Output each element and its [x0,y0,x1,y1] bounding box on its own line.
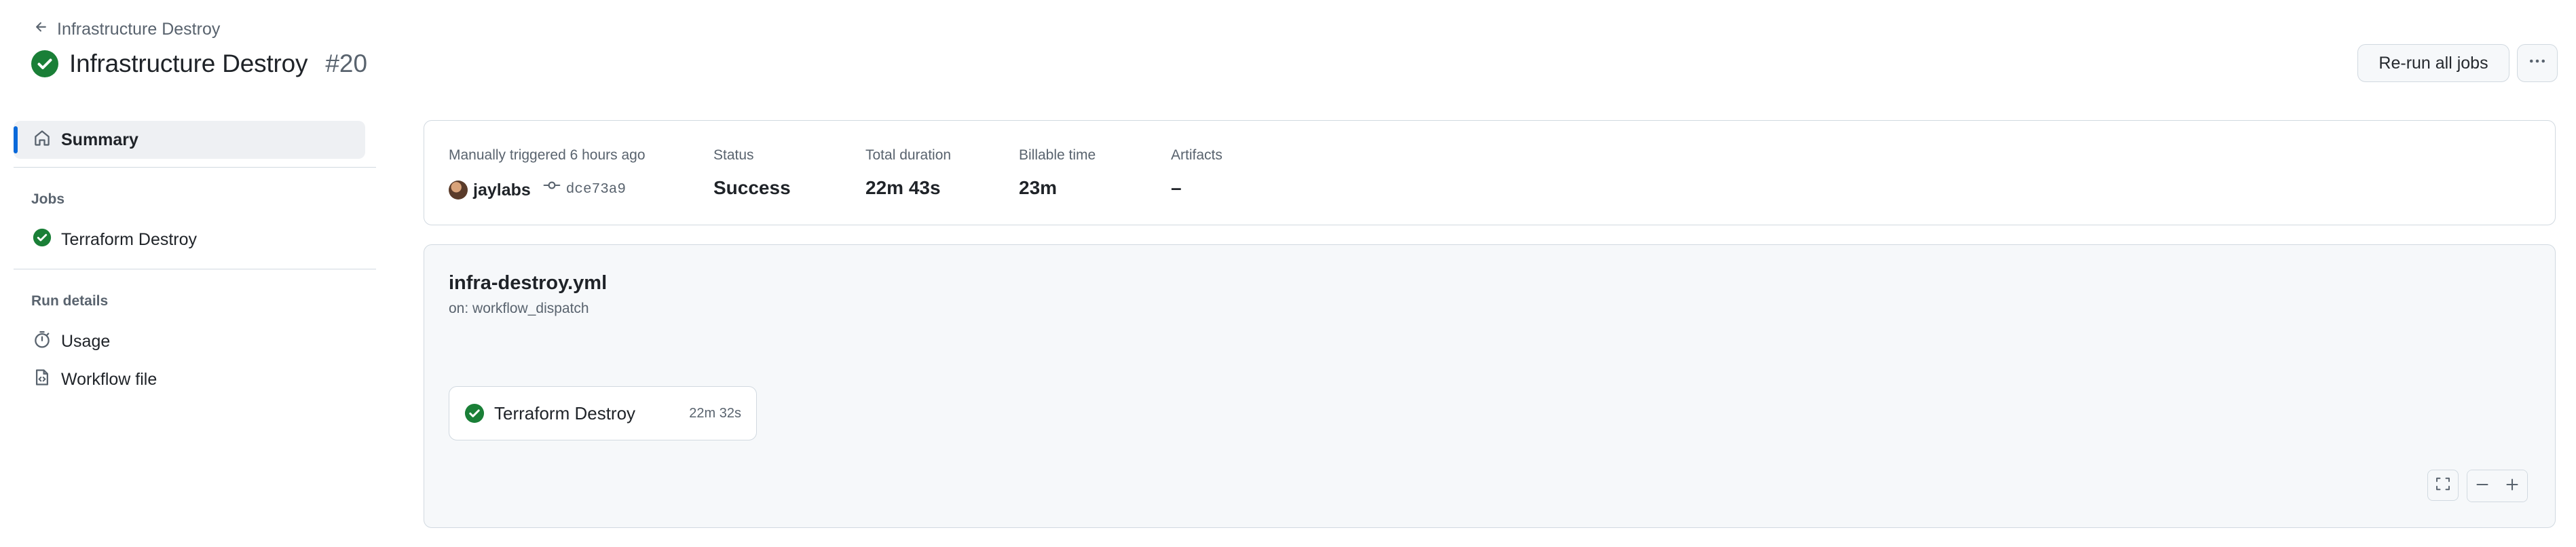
artifacts-info: Artifacts – [1171,147,1222,200]
status-value: Success [713,177,791,198]
workflow-trigger: on: workflow_dispatch [449,301,589,316]
divider [14,167,376,168]
job-duration: 22m 32s [689,405,741,421]
dash-icon [2474,476,2490,496]
fullscreen-button[interactable] [2427,470,2459,501]
git-commit-icon [543,176,561,203]
check-circle-fill-icon [464,403,485,423]
artifacts-value: – [1171,177,1182,198]
file-code-icon [33,368,52,392]
trigger-info: Manually triggered 6 hours ago jaylabs d… [449,147,646,203]
commit-sha: dce73a9 [565,181,626,197]
zoom-in-button[interactable] [2497,470,2527,502]
avatar[interactable] [449,180,468,200]
sidebar-item-summary[interactable]: Summary [14,121,365,159]
sidebar-item-label: Summary [61,130,138,149]
sidebar-item-job[interactable]: Terraform Destroy [14,221,365,259]
plus-icon [2504,476,2520,496]
sidebar-item-label: Workflow file [61,369,157,389]
sidebar-item-label: Usage [61,331,111,351]
zoom-out-button[interactable] [2467,470,2497,502]
zoom-controls [2427,470,2528,502]
home-icon [33,128,52,152]
workflow-graph: infra-destroy.yml on: workflow_dispatch … [424,244,2556,528]
job-node[interactable]: Terraform Destroy 22m 32s [449,386,757,440]
screen-full-icon [2435,476,2451,495]
trigger-label: Manually triggered 6 hours ago [449,147,646,163]
billable-info: Billable time 23m [1019,147,1096,200]
sidebar-item-label: Terraform Destroy [61,229,198,249]
run-details-heading: Run details [31,293,109,309]
run-summary-card: Manually triggered 6 hours ago jaylabs d… [424,120,2556,225]
actor-row: jaylabs dce73a9 [449,176,646,203]
duration-value: 22m 43s [865,177,941,198]
sidebar-item-workflow-file[interactable]: Workflow file [14,360,365,398]
zoom-button-group [2467,470,2528,502]
rerun-all-jobs-button[interactable]: Re-run all jobs [2357,44,2509,82]
jobs-heading: Jobs [31,191,65,207]
artifacts-label: Artifacts [1171,147,1222,163]
billable-value[interactable]: 23m [1019,176,1096,200]
duration-info: Total duration 22m 43s [865,147,951,200]
billable-label: Billable time [1019,147,1096,163]
status-info: Status Success [713,147,791,200]
sidebar-item-usage[interactable]: Usage [14,322,365,360]
duration-label: Total duration [865,147,952,163]
actor-link[interactable]: jaylabs [473,178,531,202]
more-options-button[interactable] [2517,44,2558,82]
active-indicator [14,126,18,153]
workflow-file-name: infra-destroy.yml [449,272,608,294]
commit-link[interactable]: dce73a9 [543,176,626,203]
kebab-horizontal-icon [2528,52,2547,75]
sidebar: Summary Jobs Terraform Destroy Run detai… [0,0,380,547]
stopwatch-icon [33,330,52,354]
check-circle-fill-icon [33,228,52,252]
status-label: Status [713,147,754,163]
job-name: Terraform Destroy [494,402,636,423]
